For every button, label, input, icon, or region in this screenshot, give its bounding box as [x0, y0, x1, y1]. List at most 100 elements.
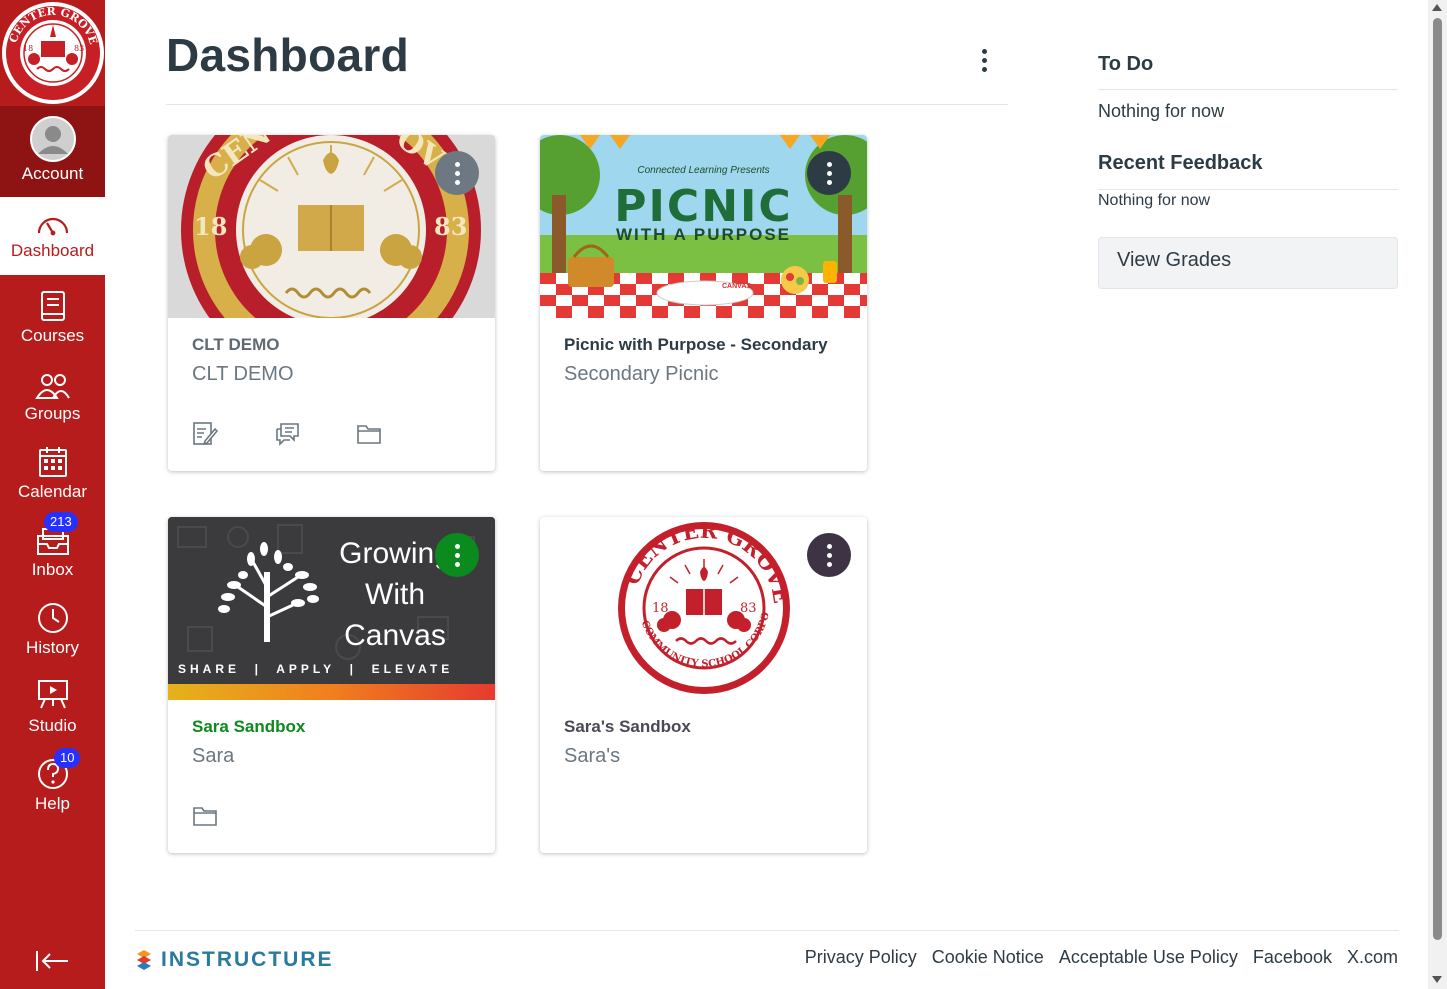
kebab-dot	[981, 66, 987, 72]
scroll-up-arrow-icon[interactable]	[1432, 4, 1442, 11]
course-card-image[interactable]: CENTER GROVE COMMUNITY SCHOOL CORPORATIO…	[540, 517, 867, 700]
card-options-button[interactable]	[435, 151, 479, 195]
card-options-button[interactable]	[807, 151, 851, 195]
school-logo[interactable]: 18 83 CENTER GROVE	[0, 0, 105, 106]
nav-groups-label: Groups	[24, 404, 81, 423]
kebab-dot	[454, 170, 460, 176]
nav-history-label: History	[26, 638, 79, 657]
nav-dashboard[interactable]: Dashboard	[0, 197, 105, 275]
footer-link-acceptable-use-policy[interactable]: Acceptable Use Policy	[1059, 947, 1238, 968]
footer-divider	[135, 930, 1399, 931]
picnic-hero-tag: CANVAS	[722, 283, 752, 290]
nav-dashboard-label: Dashboard	[10, 241, 95, 260]
course-card-image[interactable]: Growing With Canvas SHARE | APPLY | ELEV…	[168, 517, 495, 700]
course-card-image[interactable]: Connected Learning Presents PICNIC WITH …	[540, 135, 867, 318]
kebab-dot	[454, 161, 460, 167]
nav-calendar-label: Calendar	[18, 482, 87, 501]
growing-hero-tagline: SHARE | APPLY | ELEVATE	[178, 662, 454, 676]
course-card-clt-demo[interactable]: 18 83 CEN OVE CLT DEMO CLT DEMO	[168, 135, 495, 471]
kebab-dot	[454, 561, 460, 567]
instructure-logo-text: INSTRUCTURE	[161, 948, 334, 971]
dashboard-options-button[interactable]	[972, 44, 996, 76]
page-scrollbar[interactable]	[1428, 0, 1447, 989]
nav-studio[interactable]: Studio	[0, 672, 105, 748]
dashboard-gauge-icon	[36, 203, 70, 237]
kebab-dot	[981, 57, 987, 63]
groups-people-icon	[34, 360, 71, 400]
course-card-subtitle: CLT DEMO	[192, 363, 294, 385]
help-badge: 10	[54, 748, 81, 768]
course-card-title[interactable]: Sara Sandbox	[192, 717, 305, 737]
svg-text:83: 83	[434, 212, 467, 241]
scrollbar-thumb[interactable]	[1433, 18, 1442, 940]
svg-text:83: 83	[740, 601, 757, 616]
todo-heading: To Do	[1098, 53, 1154, 75]
course-card-subtitle: Sara's	[564, 745, 621, 767]
kebab-dot	[826, 170, 832, 176]
feedback-divider	[1098, 189, 1398, 190]
svg-text:18: 18	[194, 212, 227, 241]
user-avatar-icon	[29, 106, 76, 162]
scroll-down-arrow-icon[interactable]	[1432, 976, 1442, 983]
kebab-dot	[826, 543, 832, 549]
nav-inbox-label: Inbox	[31, 560, 74, 579]
instructure-mark-icon	[137, 950, 151, 970]
course-card-image[interactable]: 18 83 CEN OVE	[168, 135, 495, 318]
picnic-hero-subtitle: WITH A PURPOSE	[615, 225, 792, 244]
nav-groups[interactable]: Groups	[0, 360, 105, 436]
files-folder-icon[interactable]	[192, 802, 218, 828]
nav-history[interactable]: History	[0, 594, 105, 670]
growing-hero-line3: Canvas	[344, 619, 446, 652]
calendar-icon	[38, 438, 68, 478]
collapse-nav-button[interactable]	[34, 946, 70, 976]
course-card-subtitle: Secondary Picnic	[564, 363, 719, 385]
nav-courses[interactable]: Courses	[0, 282, 105, 358]
course-card-icons	[192, 420, 382, 446]
header-divider	[166, 104, 1008, 105]
course-card-title[interactable]: Picnic with Purpose - Secondary	[564, 335, 828, 355]
inbox-badge: 213	[44, 512, 78, 532]
discussions-icon[interactable]	[274, 420, 300, 446]
nav-account[interactable]: Account	[0, 106, 105, 197]
studio-board-icon	[36, 672, 70, 712]
kebab-dot	[454, 552, 460, 558]
footer-link-x[interactable]: X.com	[1347, 947, 1398, 968]
course-card-saras-sandbox[interactable]: CENTER GROVE COMMUNITY SCHOOL CORPORATIO…	[540, 517, 867, 853]
nav-studio-label: Studio	[28, 716, 77, 735]
files-folder-icon[interactable]	[356, 420, 382, 446]
growing-hero-line2: With	[365, 578, 425, 611]
svg-text:83: 83	[74, 44, 84, 53]
nav-help-label: Help	[35, 794, 70, 813]
kebab-dot	[454, 543, 460, 549]
course-card-subtitle: Sara	[192, 745, 235, 767]
courses-book-icon	[39, 282, 67, 322]
view-grades-button[interactable]: View Grades	[1098, 237, 1398, 289]
kebab-menu-icon	[981, 48, 987, 54]
nav-calendar[interactable]: Calendar	[0, 438, 105, 514]
school-seal-icon: 18 83 CENTER GROVE	[1, 2, 104, 104]
card-options-button[interactable]	[807, 533, 851, 577]
kebab-dot	[826, 161, 832, 167]
footer-link-privacy-policy[interactable]: Privacy Policy	[805, 947, 917, 968]
course-card-title[interactable]: Sara's Sandbox	[564, 717, 691, 737]
kebab-dot	[826, 552, 832, 558]
assignments-icon[interactable]	[192, 420, 218, 446]
global-nav: 18 83 CENTER GROVE Account Dashboard Cou…	[0, 0, 105, 989]
nav-inbox[interactable]: 213 Inbox	[0, 512, 105, 592]
footer-link-facebook[interactable]: Facebook	[1253, 947, 1332, 968]
nav-help[interactable]: 10 Help	[0, 748, 105, 826]
page-title: Dashboard	[166, 29, 409, 81]
todo-divider	[1098, 89, 1398, 90]
course-card-sara-sandbox[interactable]: Growing With Canvas SHARE | APPLY | ELEV…	[168, 517, 495, 853]
nav-courses-label: Courses	[20, 326, 85, 345]
feedback-empty-text: Nothing for now	[1098, 192, 1211, 209]
collapse-arrow-icon	[36, 951, 68, 971]
footer-links: Privacy Policy Cookie Notice Acceptable …	[805, 947, 1398, 968]
instructure-logo[interactable]: INSTRUCTURE	[135, 948, 334, 972]
course-card-title[interactable]: CLT DEMO	[192, 335, 280, 355]
card-options-button[interactable]	[435, 533, 479, 577]
footer-link-cookie-notice[interactable]: Cookie Notice	[932, 947, 1044, 968]
course-card-picnic[interactable]: Connected Learning Presents PICNIC WITH …	[540, 135, 867, 471]
kebab-dot	[826, 179, 832, 185]
kebab-dot	[454, 179, 460, 185]
